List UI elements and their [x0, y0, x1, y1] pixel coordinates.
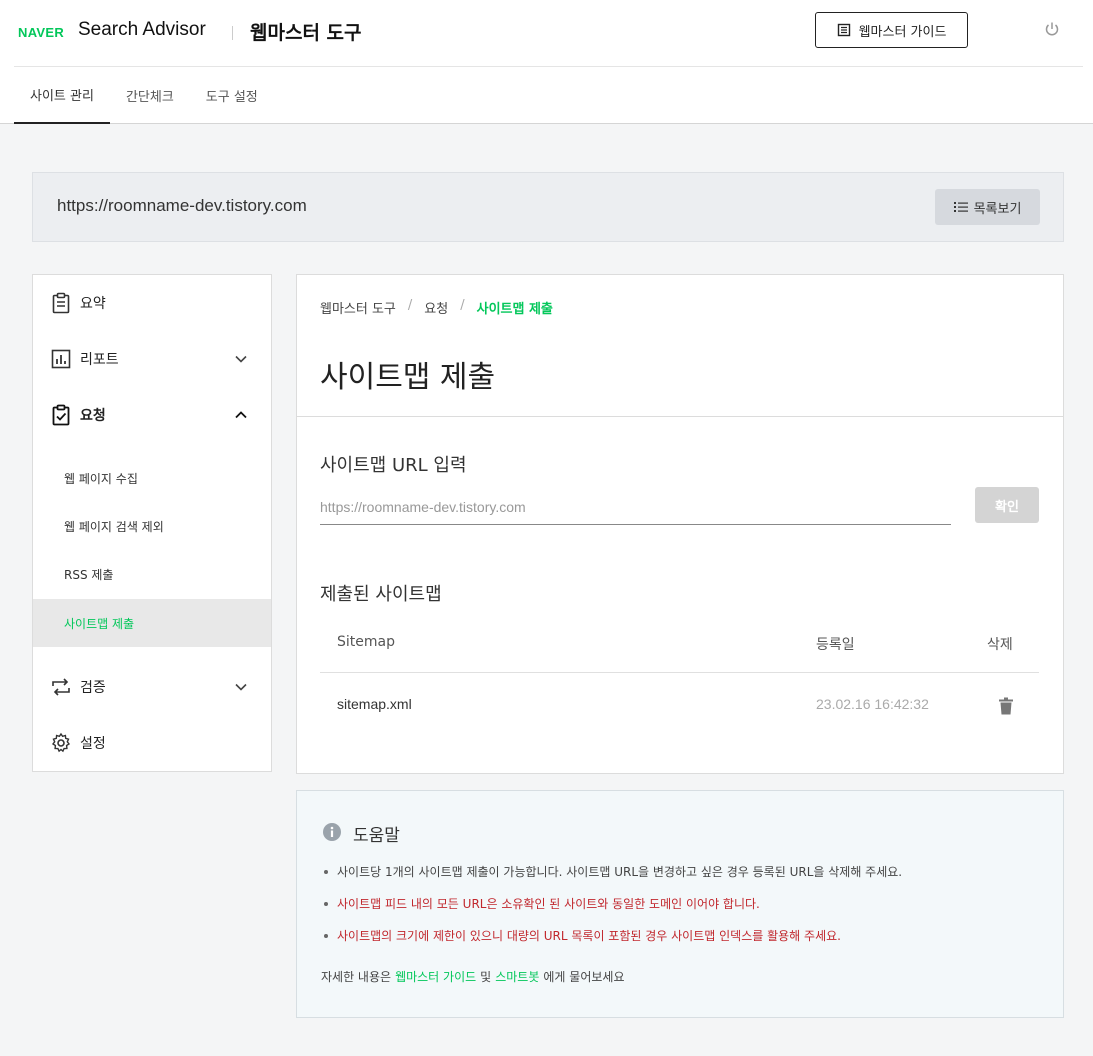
- help-item-warning: 사이트맵 피드 내의 모든 URL은 소유확인 된 사이트와 동일한 도메인 이…: [321, 895, 902, 927]
- header: NAVER Search Advisor 웹마스터 도구 웹마스터 가이드: [14, 0, 1083, 67]
- sitemap-date: 23.02.16 16:42:32: [816, 696, 929, 712]
- list-icon: [953, 202, 968, 212]
- list-view-label: 목록보기: [973, 201, 1022, 217]
- main-panel: 웹마스터 도구 / 요청 / 사이트맵 제출 사이트맵 제출 사이트맵 URL …: [296, 274, 1064, 774]
- chart-icon: [51, 349, 71, 369]
- sidebar-subitem-label: 웹 페이지 검색 제외: [64, 519, 164, 534]
- help-footer-text: 및: [480, 970, 492, 984]
- brand-divider: [232, 26, 233, 40]
- sidebar-item-summary[interactable]: 요약: [33, 275, 271, 331]
- trash-icon[interactable]: [998, 697, 1014, 715]
- power-icon[interactable]: [1044, 21, 1060, 37]
- breadcrumb: 웹마스터 도구 / 요청 / 사이트맵 제출: [320, 298, 553, 317]
- page-title: 사이트맵 제출: [320, 360, 496, 395]
- breadcrumb-separator: /: [407, 298, 413, 313]
- sitemap-input-title: 사이트맵 URL 입력: [320, 455, 467, 476]
- naver-logo[interactable]: NAVER: [18, 25, 64, 40]
- sidebar-item-settings[interactable]: 설정: [33, 715, 271, 771]
- help-footer-text: 자세한 내용은: [321, 970, 392, 984]
- tab-quick-check[interactable]: 간단체크: [110, 67, 190, 124]
- top-bar: NAVER Search Advisor 웹마스터 도구 웹마스터 가이드 사이…: [0, 0, 1093, 124]
- help-footer-text: 에게 물어보세요: [543, 970, 625, 984]
- sidebar-item-request[interactable]: 요청: [33, 387, 271, 443]
- sitemap-url-input[interactable]: [320, 489, 951, 525]
- sidebar-item-label: 요청: [80, 408, 106, 424]
- sidebar-item-verify[interactable]: 검증: [33, 659, 271, 715]
- breadcrumb-item[interactable]: 웹마스터 도구: [320, 298, 396, 317]
- sidebar-subitem-rss[interactable]: RSS 제출: [33, 550, 271, 598]
- sidebar-item-label: 요약: [80, 296, 106, 312]
- site-url: https://roomname-dev.tistory.com: [57, 196, 307, 215]
- sidebar-subitem-sitemap[interactable]: 사이트맵 제출: [33, 599, 271, 647]
- help-footer: 자세한 내용은 웹마스터 가이드 및 스마트봇 에게 물어보세요: [321, 968, 625, 985]
- sidebar-item-label: 리포트: [80, 352, 119, 368]
- chevron-down-icon[interactable]: [234, 680, 248, 694]
- divider: [297, 416, 1063, 417]
- clipboard-icon: [52, 292, 70, 314]
- info-icon: [323, 823, 341, 841]
- clipboard-check-icon: [52, 404, 70, 426]
- sidebar-item-label: 검증: [80, 680, 106, 696]
- webmaster-guide-button[interactable]: 웹마스터 가이드: [815, 12, 968, 48]
- tool-title: 웹마스터 도구: [250, 22, 362, 44]
- submitted-sitemaps-title: 제출된 사이트맵: [320, 584, 442, 605]
- list-view-button[interactable]: 목록보기: [935, 189, 1040, 225]
- smartbot-link[interactable]: 스마트봇: [495, 968, 539, 985]
- confirm-button[interactable]: 확인: [975, 487, 1039, 523]
- table-divider: [320, 672, 1039, 673]
- sitemap-name: sitemap.xml: [337, 696, 412, 712]
- breadcrumb-current: 사이트맵 제출: [476, 302, 553, 317]
- sidebar: 요약 리포트 요청 웹 페이지 수집 웹 페이지 검색 제외 RSS 제출 사이…: [32, 274, 272, 772]
- help-panel: 도움말 사이트당 1개의 사이트맵 제출이 가능합니다. 사이트맵 URL을 변…: [296, 790, 1064, 1018]
- breadcrumb-item[interactable]: 요청: [424, 298, 448, 317]
- column-header-date: 등록일: [816, 637, 855, 653]
- sidebar-subitem-label: RSS 제출: [64, 567, 114, 582]
- tab-tool-settings[interactable]: 도구 설정: [190, 67, 274, 124]
- sidebar-subitem-label: 웹 페이지 수집: [64, 471, 138, 486]
- webmaster-guide-label: 웹마스터 가이드: [858, 24, 947, 40]
- site-url-bar: https://roomname-dev.tistory.com 목록보기: [32, 172, 1064, 242]
- sidebar-subitem-web-exclude[interactable]: 웹 페이지 검색 제외: [33, 502, 271, 550]
- sidebar-subitem-web-collect[interactable]: 웹 페이지 수집: [33, 454, 271, 502]
- main-tabs: 사이트 관리 간단체크 도구 설정: [14, 67, 274, 124]
- book-icon: [837, 23, 850, 37]
- column-header-delete: 삭제: [987, 637, 1013, 653]
- gear-icon: [51, 732, 71, 753]
- help-title: 도움말: [353, 826, 400, 846]
- webmaster-guide-link[interactable]: 웹마스터 가이드: [395, 968, 476, 985]
- help-list: 사이트당 1개의 사이트맵 제출이 가능합니다. 사이트맵 URL을 변경하고 …: [321, 863, 902, 959]
- chevron-down-icon[interactable]: [234, 352, 248, 366]
- breadcrumb-separator: /: [460, 298, 465, 313]
- column-header-sitemap: Sitemap: [337, 634, 395, 650]
- help-item: 사이트당 1개의 사이트맵 제출이 가능합니다. 사이트맵 URL을 변경하고 …: [321, 863, 902, 895]
- brand-title[interactable]: Search Advisor: [78, 19, 206, 41]
- tab-site-management[interactable]: 사이트 관리: [14, 67, 110, 124]
- help-item-warning: 사이트맵의 크기에 제한이 있으니 대량의 URL 목록이 포함된 경우 사이트…: [321, 927, 902, 959]
- repeat-icon: [52, 678, 70, 696]
- sidebar-item-report[interactable]: 리포트: [33, 331, 271, 387]
- chevron-up-icon[interactable]: [234, 408, 248, 422]
- sidebar-item-label: 설정: [80, 736, 106, 752]
- sidebar-subitem-label: 사이트맵 제출: [64, 616, 135, 631]
